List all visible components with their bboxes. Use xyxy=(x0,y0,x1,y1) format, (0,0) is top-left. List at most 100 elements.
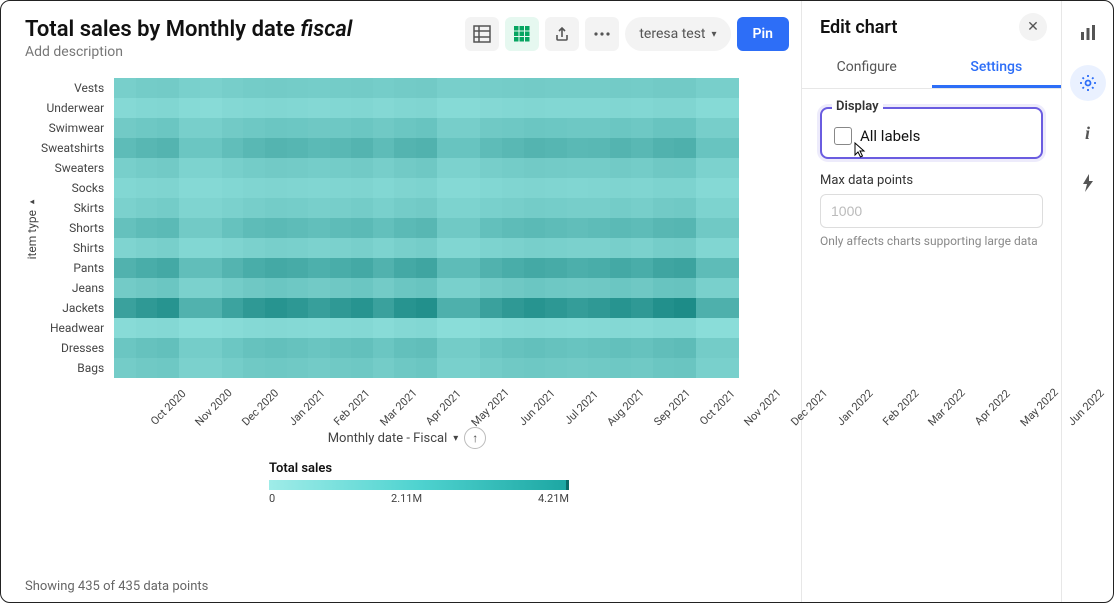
heatmap-cell[interactable] xyxy=(179,238,201,258)
heatmap-cell[interactable] xyxy=(696,218,718,238)
heatmap-cell[interactable] xyxy=(545,298,567,318)
heatmap-cell[interactable] xyxy=(480,98,502,118)
heatmap-cell[interactable] xyxy=(179,218,201,238)
heatmap-cell[interactable] xyxy=(545,278,567,298)
heatmap-cell[interactable] xyxy=(394,98,416,118)
heatmap-cell[interactable] xyxy=(136,138,158,158)
heatmap-cell[interactable] xyxy=(610,218,632,238)
heatmap-cell[interactable] xyxy=(480,338,502,358)
heatmap-cell[interactable] xyxy=(545,198,567,218)
heatmap-cell[interactable] xyxy=(696,138,718,158)
heatmap-cell[interactable] xyxy=(330,118,352,138)
heatmap-cell[interactable] xyxy=(200,278,222,298)
heatmap-cell[interactable] xyxy=(308,158,330,178)
heatmap-cell[interactable] xyxy=(416,138,438,158)
heatmap-cell[interactable] xyxy=(696,258,718,278)
heatmap-cell[interactable] xyxy=(524,178,546,198)
heatmap-cell[interactable] xyxy=(416,238,438,258)
heatmap-cell[interactable] xyxy=(610,198,632,218)
heatmap-cell[interactable] xyxy=(717,218,739,238)
heatmap-cell[interactable] xyxy=(265,358,287,378)
bolt-rail-icon[interactable] xyxy=(1070,165,1106,201)
settings-rail-icon[interactable] xyxy=(1070,65,1106,101)
heatmap-cell[interactable] xyxy=(136,218,158,238)
heatmap-cell[interactable] xyxy=(157,218,179,238)
heatmap-cell[interactable] xyxy=(179,158,201,178)
heatmap-cell[interactable] xyxy=(588,98,610,118)
heatmap-cell[interactable] xyxy=(717,238,739,258)
heatmap-cell[interactable] xyxy=(545,218,567,238)
heatmap-cell[interactable] xyxy=(394,158,416,178)
heatmap-cell[interactable] xyxy=(373,158,395,178)
heatmap-cell[interactable] xyxy=(674,118,696,138)
heatmap-cell[interactable] xyxy=(157,278,179,298)
heatmap-cell[interactable] xyxy=(480,78,502,98)
heatmap-cell[interactable] xyxy=(287,178,309,198)
heatmap-cell[interactable] xyxy=(674,78,696,98)
heatmap-cell[interactable] xyxy=(308,78,330,98)
heatmap-cell[interactable] xyxy=(308,198,330,218)
heatmap-cell[interactable] xyxy=(717,338,739,358)
heatmap-cell[interactable] xyxy=(480,258,502,278)
heatmap-cell[interactable] xyxy=(265,318,287,338)
chart-view-icon[interactable] xyxy=(505,17,539,51)
heatmap-cell[interactable] xyxy=(696,298,718,318)
heatmap-cell[interactable] xyxy=(524,258,546,278)
heatmap-cell[interactable] xyxy=(631,98,653,118)
heatmap-cell[interactable] xyxy=(437,258,459,278)
heatmap-cell[interactable] xyxy=(588,258,610,278)
heatmap-cell[interactable] xyxy=(588,278,610,298)
heatmap-cell[interactable] xyxy=(308,258,330,278)
heatmap-cell[interactable] xyxy=(243,318,265,338)
heatmap-cell[interactable] xyxy=(653,198,675,218)
heatmap-cell[interactable] xyxy=(308,138,330,158)
heatmap-cell[interactable] xyxy=(114,118,136,138)
heatmap-cell[interactable] xyxy=(545,138,567,158)
heatmap-cell[interactable] xyxy=(394,358,416,378)
heatmap-cell[interactable] xyxy=(373,338,395,358)
heatmap-cell[interactable] xyxy=(588,118,610,138)
heatmap-cell[interactable] xyxy=(114,358,136,378)
heatmap-cell[interactable] xyxy=(480,238,502,258)
heatmap-cell[interactable] xyxy=(696,198,718,218)
heatmap-cell[interactable] xyxy=(459,138,481,158)
heatmap-cell[interactable] xyxy=(114,198,136,218)
heatmap-cell[interactable] xyxy=(308,98,330,118)
heatmap-cell[interactable] xyxy=(330,298,352,318)
heatmap-cell[interactable] xyxy=(308,178,330,198)
heatmap-cell[interactable] xyxy=(416,178,438,198)
heatmap-cell[interactable] xyxy=(416,98,438,118)
heatmap-cell[interactable] xyxy=(674,218,696,238)
heatmap-cell[interactable] xyxy=(373,318,395,338)
heatmap-cell[interactable] xyxy=(136,258,158,278)
heatmap-cell[interactable] xyxy=(588,198,610,218)
heatmap-cell[interactable] xyxy=(136,358,158,378)
heatmap-cell[interactable] xyxy=(588,318,610,338)
heatmap-cell[interactable] xyxy=(243,258,265,278)
heatmap-cell[interactable] xyxy=(674,278,696,298)
heatmap-cell[interactable] xyxy=(653,218,675,238)
heatmap-cell[interactable] xyxy=(200,258,222,278)
heatmap-cell[interactable] xyxy=(287,118,309,138)
heatmap-cell[interactable] xyxy=(243,158,265,178)
heatmap-cell[interactable] xyxy=(524,358,546,378)
heatmap-cell[interactable] xyxy=(157,118,179,138)
heatmap-cell[interactable] xyxy=(200,338,222,358)
heatmap-cell[interactable] xyxy=(265,178,287,198)
heatmap-cell[interactable] xyxy=(136,178,158,198)
heatmap-cell[interactable] xyxy=(567,158,589,178)
heatmap-cell[interactable] xyxy=(114,158,136,178)
heatmap-cell[interactable] xyxy=(308,338,330,358)
heatmap-cell[interactable] xyxy=(157,98,179,118)
heatmap-cell[interactable] xyxy=(631,158,653,178)
heatmap-cell[interactable] xyxy=(717,358,739,378)
heatmap-cell[interactable] xyxy=(179,258,201,278)
heatmap-cell[interactable] xyxy=(394,178,416,198)
heatmap-cell[interactable] xyxy=(157,198,179,218)
heatmap-cell[interactable] xyxy=(330,158,352,178)
heatmap-cell[interactable] xyxy=(265,138,287,158)
heatmap-cell[interactable] xyxy=(308,218,330,238)
heatmap-cell[interactable] xyxy=(287,338,309,358)
heatmap-cell[interactable] xyxy=(653,278,675,298)
heatmap-cell[interactable] xyxy=(567,238,589,258)
